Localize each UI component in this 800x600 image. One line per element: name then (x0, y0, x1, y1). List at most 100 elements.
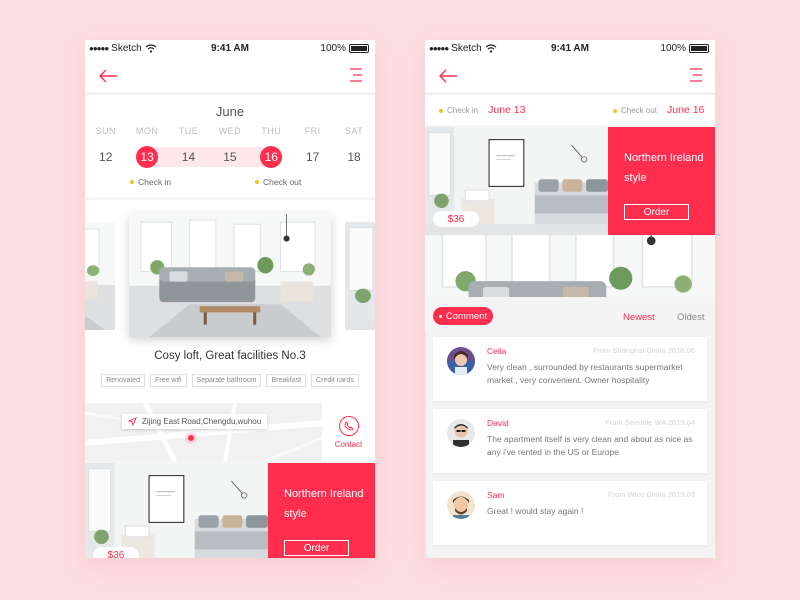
status-bar: ●●●●● Sketch 9:41 AM 100% (85, 40, 375, 58)
map-pin-icon (188, 435, 194, 441)
living-room-photo (129, 214, 331, 337)
comment-card: David From Seeuttle WA 2015.04 The apart… (433, 409, 707, 473)
bedroom-photo (85, 463, 268, 558)
date-cell[interactable]: 18 (333, 147, 374, 167)
back-arrow-icon[interactable] (437, 66, 459, 86)
date-number: 13 (136, 146, 159, 168)
battery-percent: 100% (320, 43, 346, 54)
weekday-mon: MON (135, 126, 159, 136)
map-streets (85, 403, 322, 461)
phone-screen-listing: ●●●●● Sketch 9:41 AM 100% June SUN MON T… (85, 40, 375, 558)
offer-photo: $36 (85, 463, 268, 558)
battery-percent: 100% (660, 43, 686, 54)
date-number: 12 (99, 150, 113, 164)
order-button[interactable]: Order (624, 204, 689, 220)
offer-panel: Northern Ireland style Order (268, 463, 375, 558)
offer-card[interactable]: $36 Northern Ireland style Order (425, 127, 715, 235)
carousel-prev-slide[interactable] (85, 222, 115, 330)
weekday-thu: THU (261, 126, 282, 136)
date-cell[interactable]: 17 (292, 147, 333, 167)
comment-author: Celia (487, 346, 507, 356)
carousel-next-slide[interactable] (345, 222, 375, 330)
nav-bar (425, 58, 715, 94)
weekday-sun: SUN (95, 126, 116, 136)
back-arrow-icon[interactable] (97, 66, 119, 86)
hamburger-menu-icon[interactable] (689, 67, 703, 83)
amenity-tag: Credit cards (311, 374, 359, 387)
comment-text: The apartment itself is very clean and a… (487, 434, 693, 457)
date-number: 14 (181, 150, 196, 164)
comment-text: Great ! would stay again ! (487, 506, 584, 516)
phone-icon (338, 415, 359, 436)
carousel-main-photo[interactable] (129, 214, 331, 337)
bullet-icon (438, 314, 442, 318)
comment-author: David (487, 418, 509, 428)
date-number: 16 (260, 146, 283, 168)
stay-dates-bar[interactable]: Check in June 13 Check out June 16 (425, 95, 715, 125)
amenity-tag: Breakfast (266, 374, 307, 387)
check-in-summary: Check in June 13 (439, 104, 526, 116)
offer-title: Northern Ireland style (624, 152, 704, 184)
tab-comment[interactable]: Comment (433, 307, 493, 325)
check-in-label: Check in (447, 106, 479, 115)
room-photo (85, 222, 115, 330)
weekday-wed: WED (218, 126, 242, 136)
legend-dot-icon (613, 109, 617, 113)
contact-button[interactable]: Contact (322, 403, 375, 461)
location-arrow-icon (128, 417, 137, 426)
offer-panel: Northern Ireland style Order (608, 127, 715, 235)
hamburger-menu-icon[interactable] (349, 67, 363, 83)
avatar (447, 347, 475, 375)
sort-oldest[interactable]: Oldest (677, 312, 704, 323)
amenity-tag: Free wifi (150, 374, 187, 387)
calendar-month: June (215, 104, 245, 119)
check-in-date: June 13 (488, 104, 526, 116)
avatar (447, 491, 475, 519)
location-map[interactable]: Zijing East Road,Chengdu,wuhou (85, 403, 322, 461)
contact-label: Contact (334, 439, 363, 449)
weekday-tue: TUE (178, 126, 199, 136)
comment-meta: From Seeuttle WA 2015.04 (605, 418, 695, 427)
amenity-tag: Renovated (101, 374, 146, 387)
check-in-label: Check in (138, 177, 172, 187)
address-label[interactable]: Zijing East Road,Chengdu,wuhou (122, 414, 268, 429)
weekday-fri: FRI (304, 126, 321, 136)
legend-dot-icon (130, 180, 134, 184)
weekday-row: SUN MON TUE WED THU FRI SAT (85, 126, 375, 136)
photo-carousel[interactable]: Cosy loft, Great facilities No.3 Renovat… (85, 200, 375, 403)
comment-toolbar: Comment Newest Oldest (425, 302, 715, 332)
order-button[interactable]: Order (284, 540, 349, 556)
tab-comment-label: Comment (445, 310, 488, 322)
check-out-date: June 16 (667, 104, 705, 116)
living-room-photo (425, 235, 715, 297)
photo-strip[interactable] (425, 235, 715, 297)
date-number: 18 (347, 150, 361, 164)
date-cell[interactable]: 14 (168, 147, 209, 167)
listing-title: Cosy loft, Great facilities No.3 (154, 350, 306, 362)
date-row: 12 13 14 15 16 17 18 (85, 146, 375, 168)
check-out-label: Check out (621, 106, 658, 115)
comment-card: Celia From Shanghai China 2016.06 Very c… (433, 337, 707, 401)
sort-newest[interactable]: Newest (623, 312, 655, 323)
date-number: 15 (223, 150, 237, 164)
offer-title: Northern Ireland style (284, 488, 364, 520)
comment-meta: From Shanghai China 2016.06 (592, 346, 695, 355)
check-out-summary: Check out June 16 (613, 104, 704, 116)
divider (425, 332, 427, 558)
comment-card: Sam From Wuxi China 2015.03 Great ! woul… (433, 481, 707, 545)
date-cell-check-in[interactable]: 13 (126, 146, 167, 168)
battery-icon (349, 44, 369, 53)
check-out-label: Check out (263, 177, 302, 187)
price-badge: $36 (433, 211, 479, 227)
date-cell-check-out[interactable]: 16 (251, 146, 292, 168)
comment-author: Sam (487, 490, 505, 500)
date-number: 17 (305, 150, 320, 164)
check-out-legend: Check out (255, 177, 301, 187)
offer-card[interactable]: $36 Northern Ireland style Order (85, 463, 375, 558)
date-cell[interactable]: 15 (209, 147, 250, 167)
address-text: Zijing East Road,Chengdu,wuhou (142, 417, 262, 426)
avatar (447, 419, 475, 447)
room-photo (345, 222, 375, 330)
check-in-legend: Check in (130, 177, 171, 187)
date-cell[interactable]: 12 (85, 147, 126, 167)
